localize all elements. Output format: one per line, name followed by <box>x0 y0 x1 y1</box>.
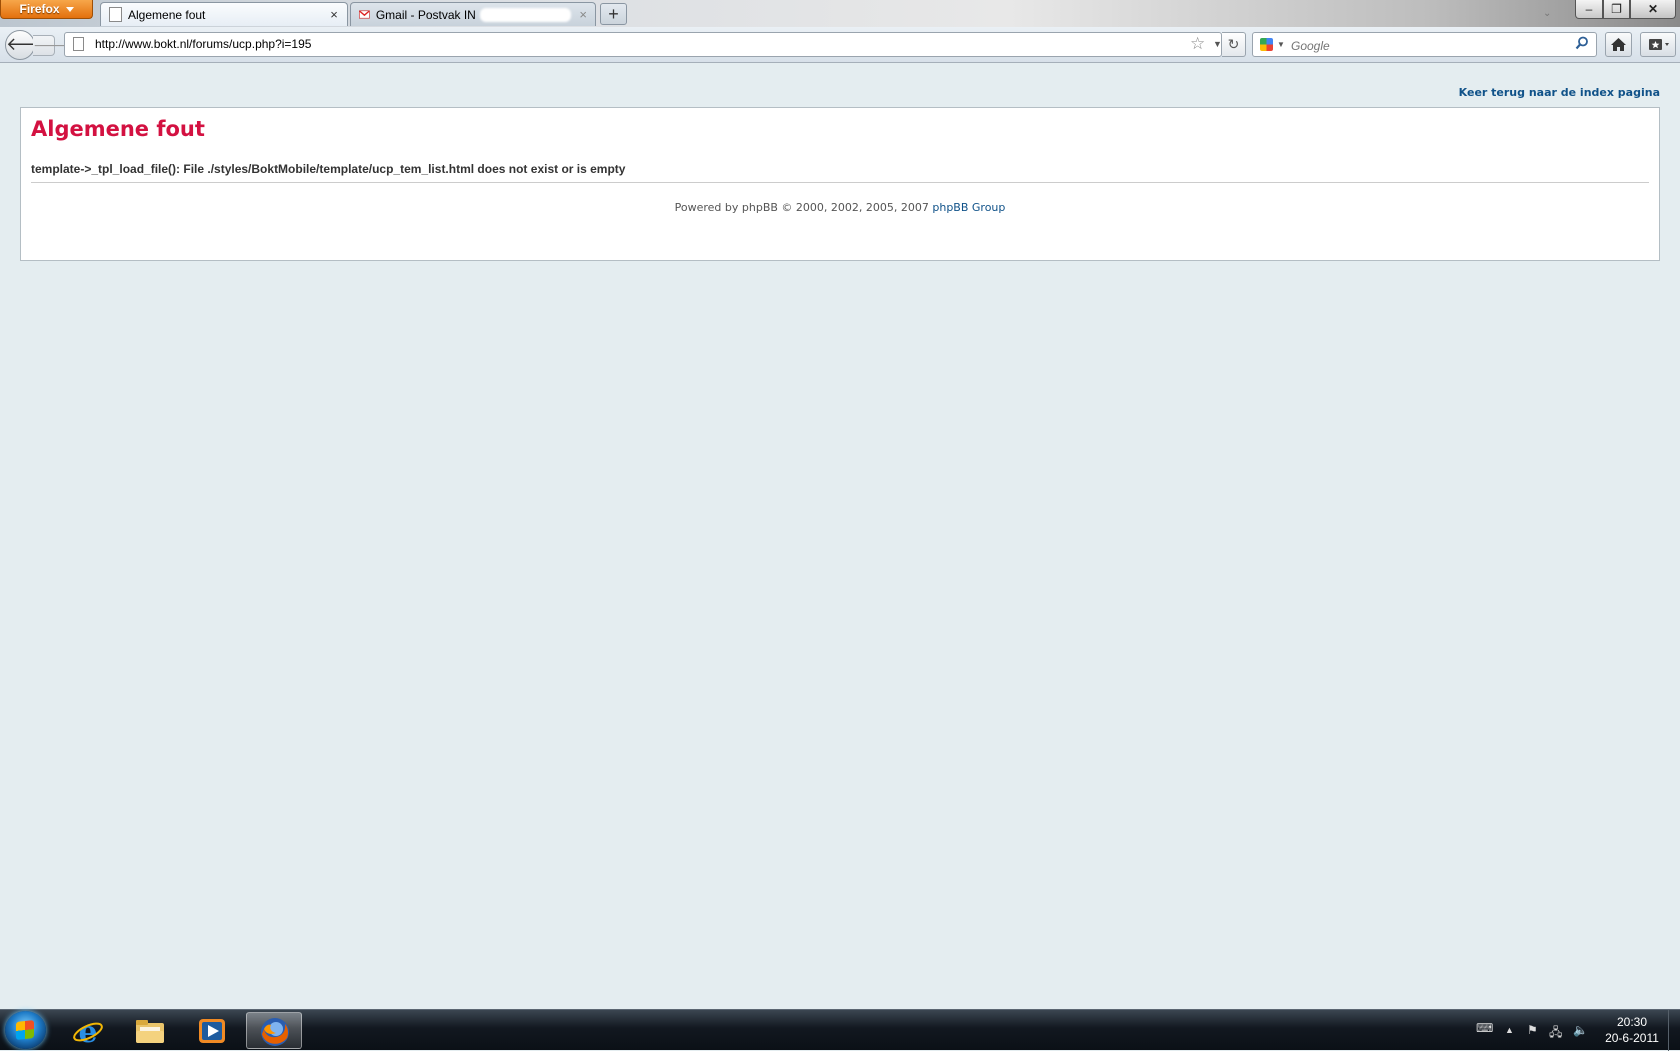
caret-down-icon <box>65 6 74 12</box>
internet-explorer-icon: e <box>73 1015 103 1047</box>
taskbar-firefox[interactable] <box>246 1012 302 1049</box>
error-title: Algemene fout <box>31 117 205 141</box>
search-engine-dropdown-icon[interactable]: ▼ <box>1277 40 1285 49</box>
reload-button[interactable]: ↻ <box>1222 32 1246 57</box>
history-dropdown-icon[interactable]: ▼ <box>1213 39 1222 49</box>
url-bar[interactable]: http://www.bokt.nl/forums/ucp.php?i=195 … <box>64 32 1222 57</box>
home-icon <box>1611 38 1626 51</box>
gmail-icon <box>359 10 370 19</box>
footer-text: Powered by phpBB © 2000, 2002, 2005, 200… <box>674 201 929 214</box>
media-player-icon <box>199 1019 225 1043</box>
svg-text:e: e <box>78 1015 97 1047</box>
windows-logo-icon <box>16 1020 34 1040</box>
action-center-flag-icon[interactable]: ⚑ <box>1527 1023 1538 1037</box>
phpbb-group-link[interactable]: phpBB Group <box>932 201 1005 214</box>
page-content: Keer terug naar de index pagina Algemene… <box>0 63 1680 1009</box>
taskbar-internet-explorer[interactable]: e <box>60 1012 116 1049</box>
clock[interactable]: 20:30 20-6-2011 <box>1600 1014 1664 1046</box>
tab-algemene-fout[interactable]: Algemene fout × <box>100 2 348 26</box>
clock-time: 20:30 <box>1616 1015 1648 1029</box>
new-tab-button[interactable]: + <box>600 3 627 25</box>
error-panel: Algemene fout template->_tpl_load_file()… <box>20 107 1660 261</box>
return-to-index-link[interactable]: Keer terug naar de index pagina <box>1459 86 1660 99</box>
error-message: template->_tpl_load_file(): File ./style… <box>31 162 626 176</box>
redacted-area <box>479 7 572 22</box>
tab-label: Gmail - Postvak IN <box>375 7 476 22</box>
bookmark-star-icon[interactable]: ☆ <box>1190 34 1205 54</box>
search-input[interactable] <box>1289 34 1563 57</box>
url-text[interactable]: http://www.bokt.nl/forums/ucp.php?i=195 <box>95 37 311 51</box>
tab-close-icon[interactable]: × <box>577 7 589 22</box>
google-icon[interactable] <box>1260 38 1273 51</box>
maximize-button[interactable]: ❐ <box>1603 0 1630 19</box>
bookmarks-icon <box>1649 39 1669 50</box>
divider <box>31 182 1649 183</box>
taskbar-file-explorer[interactable] <box>122 1012 178 1049</box>
reload-icon: ↻ <box>1227 36 1240 52</box>
taskbar-media-player[interactable] <box>184 1012 240 1049</box>
show-hidden-icons-icon[interactable]: ▲ <box>1505 1025 1514 1035</box>
title-bar: Firefox Algemene fout × Gmail - Postvak … <box>0 0 1680 27</box>
clock-date: 20-6-2011 <box>1605 1031 1659 1045</box>
home-button[interactable] <box>1605 32 1632 57</box>
firefox-menu-button[interactable]: Firefox <box>0 0 93 19</box>
tab-gmail[interactable]: Gmail - Postvak IN × <box>350 2 596 26</box>
navigation-toolbar: 🡐 🡒 http://www.bokt.nl/forums/ucp.php?i=… <box>0 27 1680 63</box>
tab-close-icon[interactable]: × <box>327 7 341 22</box>
tab-list-icon[interactable]: ⌄ <box>1543 8 1551 19</box>
file-explorer-icon <box>136 1020 164 1043</box>
minimize-button[interactable]: – <box>1575 0 1603 19</box>
taskbar: e ⌨ ▲ ⚑ 🖧 🔈 20:30 20-6-2011 <box>0 1009 1680 1051</box>
search-bar[interactable]: ▼ <box>1252 32 1597 57</box>
search-icon[interactable] <box>1575 36 1589 50</box>
volume-icon[interactable]: 🔈 <box>1573 1023 1588 1037</box>
show-desktop-button[interactable] <box>1668 1010 1680 1051</box>
bookmarks-button[interactable] <box>1640 32 1676 57</box>
start-button[interactable] <box>5 1011 46 1049</box>
close-window-button[interactable]: ✕ <box>1630 0 1676 19</box>
forward-button[interactable]: 🡒 <box>33 35 71 56</box>
page-icon <box>109 7 122 22</box>
back-button[interactable]: 🡐 <box>5 30 54 60</box>
footer: Powered by phpBB © 2000, 2002, 2005, 200… <box>0 201 1680 214</box>
network-icon[interactable]: 🖧 <box>1549 1023 1562 1044</box>
page-icon <box>73 37 84 51</box>
firefox-icon <box>261 1018 289 1046</box>
keyboard-icon[interactable]: ⌨ <box>1476 1021 1493 1035</box>
tab-label: Algemene fout <box>128 7 206 22</box>
